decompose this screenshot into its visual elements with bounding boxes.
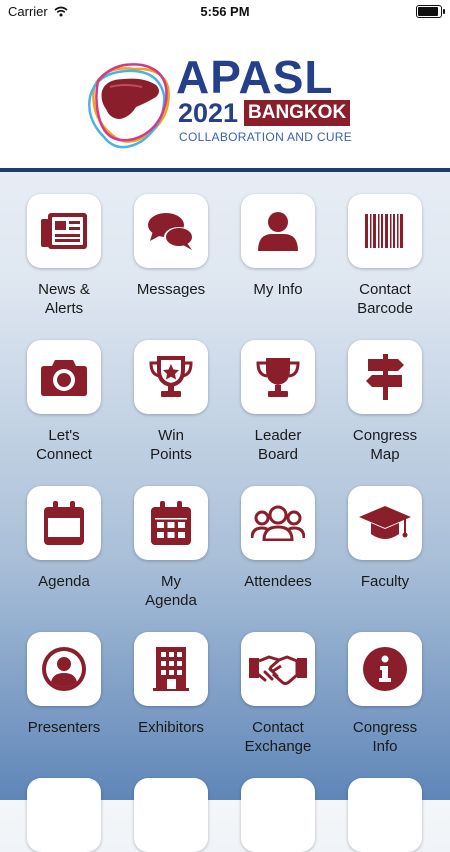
tile-win-points[interactable]: Win Points [121, 340, 221, 464]
tile-label: My Info [253, 281, 303, 298]
tile-contact-exchange[interactable]: Contact Exchange [228, 632, 328, 756]
user-circle-icon [41, 646, 87, 692]
trophy-star-icon [148, 356, 194, 398]
tile-label: News & Alerts [38, 281, 90, 317]
camera-icon [41, 358, 87, 396]
logo-tagline: COLLABORATION AND CURE [179, 130, 353, 144]
user-icon [256, 211, 300, 251]
tile-leader-board[interactable]: Leader Board [228, 340, 328, 464]
logo-year: 2021 [178, 98, 239, 128]
tile-icon-box [27, 194, 101, 268]
tile-contact-barcode[interactable]: Contact Barcode [335, 194, 435, 318]
tile-my-agenda[interactable]: My Agenda [121, 486, 221, 610]
tile-icon-box [348, 486, 422, 560]
tile-label: Contact Exchange [244, 719, 312, 755]
calendar-grid-icon [151, 501, 191, 545]
tile-label: Faculty [360, 573, 410, 590]
status-bar: Carrier 5:56 PM [0, 0, 450, 22]
tile-icon-box [134, 486, 208, 560]
tile-icon-box [348, 340, 422, 414]
tile-congress-map[interactable]: Congress Map [335, 340, 435, 464]
building-icon [153, 647, 189, 691]
tile-label: Congress Info [352, 719, 418, 755]
tile-icon-box [348, 632, 422, 706]
tile-icon-box [27, 486, 101, 560]
status-time: 5:56 PM [200, 4, 250, 19]
tile-label: Exhibitors [138, 719, 204, 736]
tile-agenda[interactable]: Agenda [14, 486, 114, 591]
tile-label: Let's Connect [36, 427, 92, 463]
tile-my-info[interactable]: My Info [228, 194, 328, 299]
tile-icon-box [241, 194, 315, 268]
tile-label: Presenters [27, 719, 101, 736]
tile-label: Attendees [244, 573, 312, 590]
tile-label: Leader Board [254, 427, 302, 463]
tile-label: Contact Barcode [357, 281, 413, 317]
tile-icon-box [348, 194, 422, 268]
tile-icon-box [348, 778, 422, 852]
tile-label: Messages [136, 281, 206, 298]
tile-partial[interactable] [121, 778, 221, 852]
newspaper-icon [41, 213, 87, 249]
signpost-icon [364, 354, 406, 400]
header: APASL 2021 BANGKOK COLLABORATION AND CUR… [0, 22, 450, 168]
tile-icon-box [27, 778, 101, 852]
info-icon [363, 647, 407, 691]
tile-label: Agenda [38, 573, 90, 590]
tile-icon-box [241, 486, 315, 560]
battery-level [418, 7, 438, 16]
tile-icon-box [134, 194, 208, 268]
users-icon [251, 505, 305, 541]
tile-attendees[interactable]: Attendees [228, 486, 328, 591]
menu-grid: News & Alerts Messages My Info Contact B… [0, 172, 450, 852]
logo-title: APASL [176, 51, 334, 103]
tile-exhibitors[interactable]: Exhibitors [121, 632, 221, 737]
liver-logo-icon [84, 57, 176, 157]
tile-label: Congress Map [352, 427, 418, 463]
logo-city: BANGKOK [244, 100, 351, 126]
tile-label: Win Points [150, 427, 192, 463]
tile-lets-connect[interactable]: Let's Connect [14, 340, 114, 464]
tile-partial[interactable] [228, 778, 328, 852]
handshake-icon [249, 652, 307, 686]
barcode-icon [365, 214, 405, 248]
tile-icon-box [241, 632, 315, 706]
calendar-icon [44, 501, 84, 545]
tile-icon-box [27, 632, 101, 706]
tile-partial[interactable] [14, 778, 114, 852]
tile-icon-box [241, 340, 315, 414]
tile-messages[interactable]: Messages [121, 194, 221, 299]
tile-icon-box [27, 340, 101, 414]
tile-news-alerts[interactable]: News & Alerts [14, 194, 114, 318]
tile-presenters[interactable]: Presenters [14, 632, 114, 737]
tile-icon-box [134, 778, 208, 852]
tile-faculty[interactable]: Faculty [335, 486, 435, 591]
chat-bubbles-icon [147, 211, 195, 251]
tile-icon-box [241, 778, 315, 852]
trophy-icon [255, 356, 301, 398]
tile-congress-info[interactable]: Congress Info [335, 632, 435, 756]
graduation-cap-icon [359, 504, 411, 542]
tile-label: My Agenda [145, 573, 197, 609]
tile-icon-box [134, 340, 208, 414]
tile-partial[interactable] [335, 778, 435, 852]
battery-icon [416, 5, 445, 18]
tile-icon-box [134, 632, 208, 706]
